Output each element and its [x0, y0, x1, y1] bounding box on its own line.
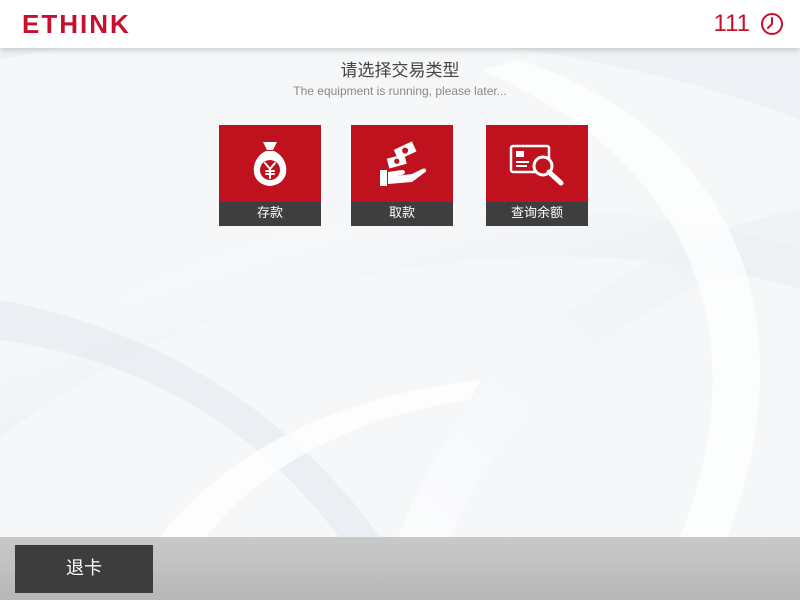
brand-logo: ETHINK [22, 9, 131, 39]
balance-inquiry-tile[interactable]: 查询余额 [486, 125, 588, 226]
cash-in-hand-icon [380, 140, 427, 186]
card-magnifier-icon [509, 144, 564, 185]
page-subtitle: The equipment is running, please later..… [293, 84, 507, 98]
balance-inquiry-label: 查询余额 [486, 202, 588, 226]
deposit-tile-icon-area [219, 125, 321, 202]
page-title: 请选择交易类型 [340, 61, 460, 81]
title-block: 请选择交易类型 The equipment is running, please… [0, 60, 800, 98]
money-bag-yen-icon [253, 141, 287, 186]
footer-bar: 退卡 [0, 537, 800, 600]
withdraw-tile[interactable]: 取款 [351, 125, 453, 226]
withdraw-tile-icon-area [351, 125, 453, 202]
header-bar: ETHINK 111 [0, 0, 800, 48]
countdown-value: 111 [713, 10, 750, 37]
deposit-label: 存款 [219, 202, 321, 226]
exit-card-button[interactable]: 退卡 [15, 545, 153, 593]
balance-tile-icon-area [486, 125, 588, 202]
clock-icon [761, 13, 783, 35]
countdown-timer: 111 [714, 10, 784, 38]
deposit-tile[interactable]: 存款 [219, 125, 321, 226]
withdraw-label: 取款 [351, 202, 453, 226]
